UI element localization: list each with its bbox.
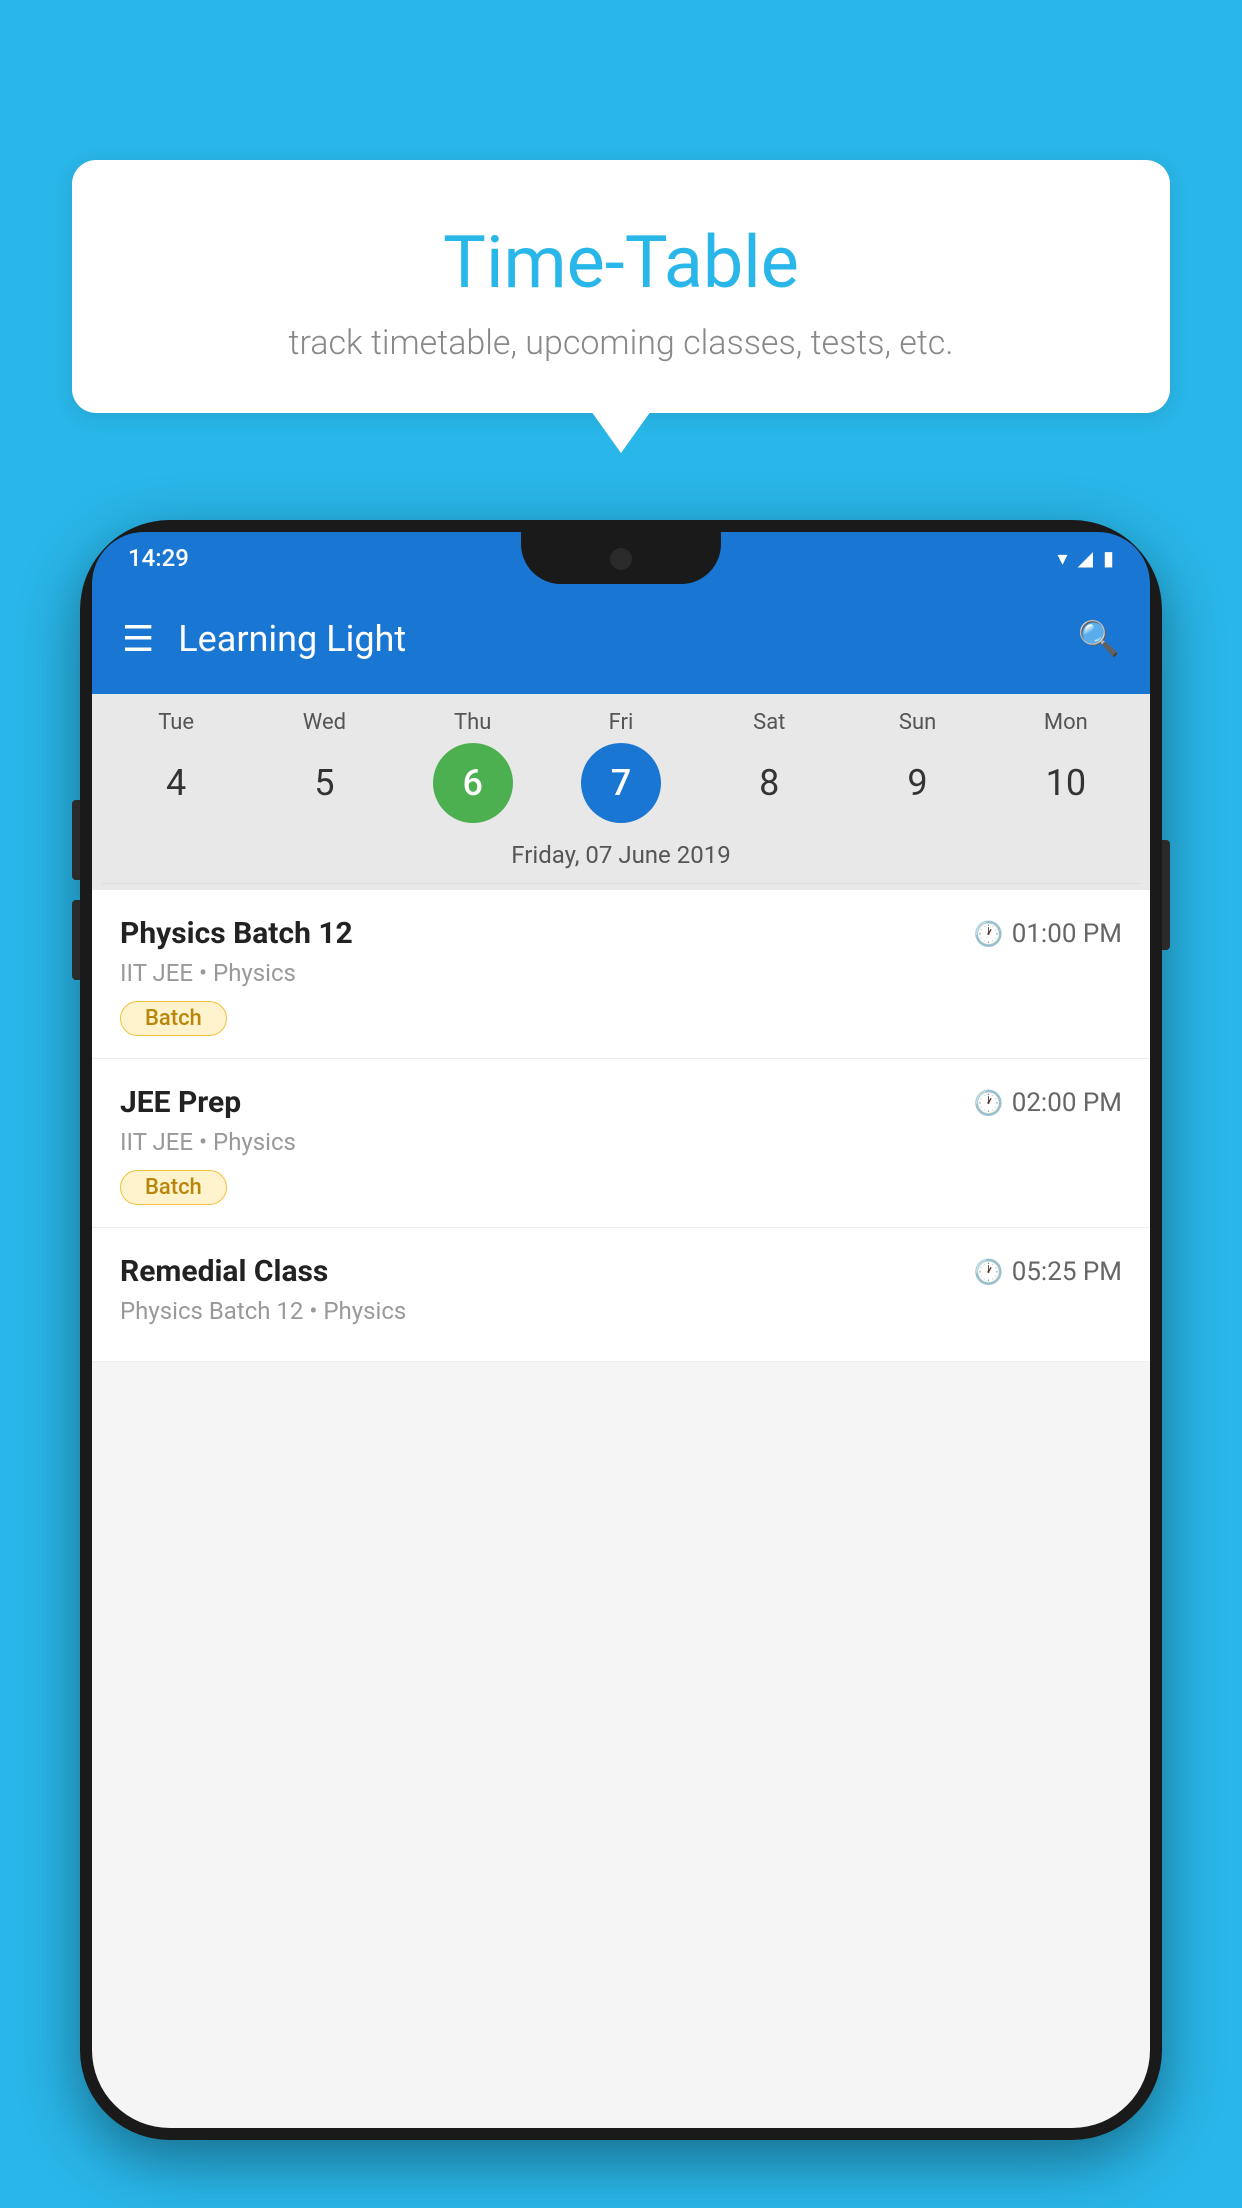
class-name-0: Physics Batch 12 bbox=[120, 916, 353, 951]
search-icon[interactable]: 🔍 bbox=[1078, 619, 1120, 659]
class-item-0[interactable]: Physics Batch 12 🕐 01:00 PM IIT JEE • Phys… bbox=[92, 890, 1150, 1059]
day-header-sun: Sun bbox=[853, 710, 983, 735]
day-header-thu: Thu bbox=[408, 710, 538, 735]
day-number-6[interactable]: 6 bbox=[433, 743, 513, 823]
class-subtitle-1: IIT JEE • Physics bbox=[120, 1128, 1122, 1156]
phone-notch bbox=[521, 532, 721, 584]
class-time-0: 🕐 01:00 PM bbox=[974, 919, 1122, 949]
batch-badge-0: Batch bbox=[120, 1001, 227, 1036]
clock-icon: 🕐 bbox=[974, 920, 1004, 948]
day-number-10[interactable]: 10 bbox=[1026, 743, 1106, 823]
phone-container: 14:29 ▾ ◢ ▮ ☰ Learning Light 🔍 Tu bbox=[80, 520, 1162, 2208]
tooltip-card: Time-Table track timetable, upcoming cla… bbox=[72, 160, 1170, 413]
tooltip-subtitle: track timetable, upcoming classes, tests… bbox=[122, 323, 1120, 363]
day-header-fri: Fri bbox=[556, 710, 686, 735]
day-number-5[interactable]: 5 bbox=[284, 743, 364, 823]
day-number-9[interactable]: 9 bbox=[878, 743, 958, 823]
day-number-7[interactable]: 7 bbox=[581, 743, 661, 823]
battery-icon: ▮ bbox=[1103, 546, 1114, 570]
day-header-tue: Tue bbox=[111, 710, 241, 735]
wifi-icon: ▾ bbox=[1058, 546, 1068, 570]
batch-badge-1: Batch bbox=[120, 1170, 227, 1205]
day-number-4[interactable]: 4 bbox=[136, 743, 216, 823]
day-header-wed: Wed bbox=[259, 710, 389, 735]
day-headers: Tue Wed Thu Fri Sat Sun Mon bbox=[102, 710, 1140, 735]
app-title: Learning Light bbox=[178, 618, 1077, 660]
class-name-2: Remedial Class bbox=[120, 1254, 328, 1289]
class-list: Physics Batch 12 🕐 01:00 PM IIT JEE • Phys… bbox=[92, 890, 1150, 1362]
class-time-1: 🕐 02:00 PM bbox=[974, 1088, 1122, 1118]
status-icons: ▾ ◢ ▮ bbox=[1058, 546, 1114, 570]
class-subtitle-2: Physics Batch 12 • Physics bbox=[120, 1297, 1122, 1325]
class-item-2[interactable]: Remedial Class 🕐 05:25 PM Physics Batch 12… bbox=[92, 1228, 1150, 1362]
day-header-sat: Sat bbox=[704, 710, 834, 735]
day-header-mon: Mon bbox=[1001, 710, 1131, 735]
hamburger-icon[interactable]: ☰ bbox=[122, 618, 154, 660]
day-numbers: 456789 10 bbox=[102, 743, 1140, 823]
day-number-8[interactable]: 8 bbox=[729, 743, 809, 823]
class-name-1: JEE Prep bbox=[120, 1085, 241, 1120]
tooltip-title: Time-Table bbox=[122, 220, 1120, 305]
phone-camera bbox=[610, 548, 632, 570]
clock-icon: 🕐 bbox=[974, 1258, 1004, 1286]
app-bar: ☰ Learning Light 🔍 bbox=[92, 584, 1150, 694]
clock-icon: 🕐 bbox=[974, 1089, 1004, 1117]
calendar-strip: Tue Wed Thu Fri Sat Sun Mon 456789 10 Friday, 0… bbox=[92, 694, 1150, 890]
selected-date-label: Friday, 07 June 2019 bbox=[102, 835, 1140, 884]
class-time-2: 🕐 05:25 PM bbox=[974, 1257, 1122, 1287]
signal-icon: ◢ bbox=[1078, 546, 1093, 570]
power-button bbox=[1162, 840, 1170, 950]
phone-screen: ☰ Learning Light 🔍 Tue Wed Thu Fri Sat Sun Mon… bbox=[92, 584, 1150, 2128]
status-time: 14:29 bbox=[128, 544, 189, 572]
volume-button-up bbox=[72, 800, 80, 880]
class-subtitle-0: IIT JEE • Physics bbox=[120, 959, 1122, 987]
class-item-1[interactable]: JEE Prep 🕐 02:00 PM IIT JEE • Physics Batch bbox=[92, 1059, 1150, 1228]
volume-button-down bbox=[72, 900, 80, 980]
phone-frame: 14:29 ▾ ◢ ▮ ☰ Learning Light 🔍 Tu bbox=[80, 520, 1162, 2140]
